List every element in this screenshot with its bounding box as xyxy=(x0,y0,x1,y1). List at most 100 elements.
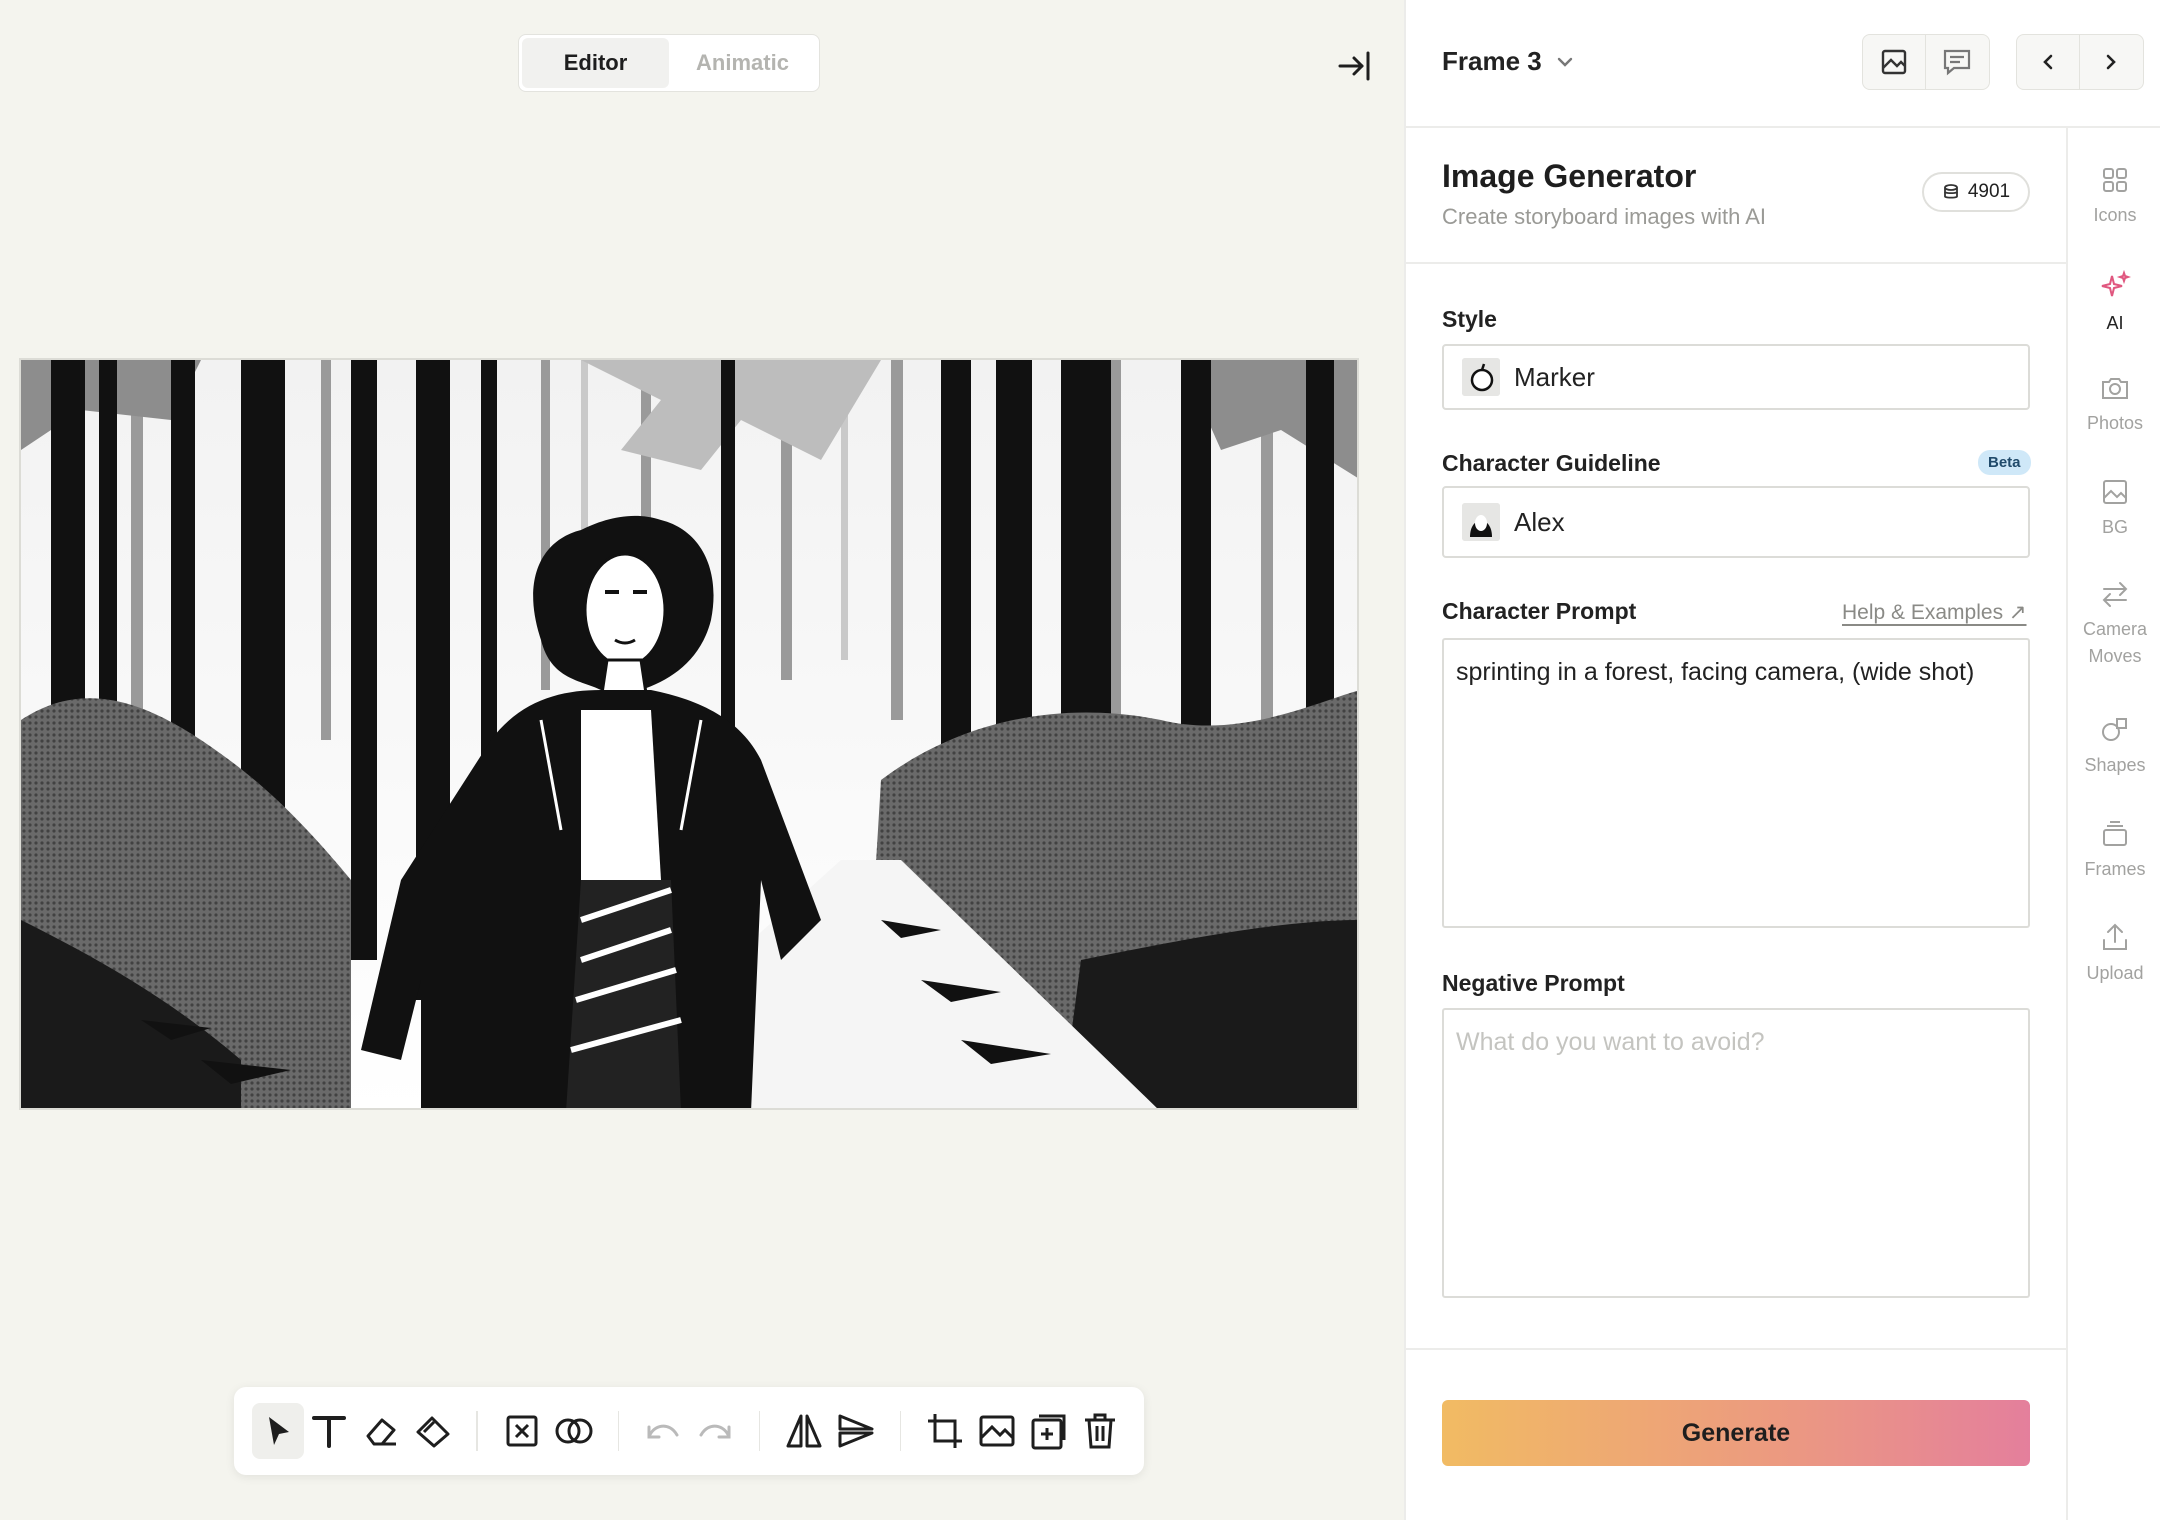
frame-title: Frame 3 xyxy=(1442,46,1542,76)
beta-badge: Beta xyxy=(1978,450,2031,475)
tab-editor[interactable]: Editor xyxy=(522,38,669,88)
rail-label-ai: AI xyxy=(2106,313,2124,333)
chevron-down-icon xyxy=(1557,57,1572,67)
generate-button[interactable]: Generate xyxy=(1442,1400,2030,1466)
generator-footer: Generate xyxy=(1406,1348,2066,1520)
remove-element-icon xyxy=(506,1415,538,1447)
rail-label-bg: BG xyxy=(2101,517,2128,537)
delete-button[interactable] xyxy=(1074,1403,1126,1459)
negative-prompt-input[interactable] xyxy=(1442,1008,2030,1298)
crop-icon xyxy=(928,1414,963,1448)
comment-icon xyxy=(1943,49,1970,76)
chevron-right-icon xyxy=(2106,54,2116,70)
rail-item-icons[interactable]: Icons xyxy=(2068,166,2160,229)
previous-frame-button[interactable] xyxy=(2017,35,2079,89)
toolbar-divider xyxy=(899,1411,902,1451)
character-prompt-label: Character Prompt xyxy=(1442,598,1637,624)
rail-item-frames[interactable]: Frames xyxy=(2068,820,2160,883)
side-rail: Icons AI Photos BG Camera Moves Shapes F… xyxy=(2068,128,2160,1520)
add-frame-icon xyxy=(1031,1414,1066,1450)
comments-button[interactable] xyxy=(1925,35,1987,89)
redo-button[interactable] xyxy=(689,1403,741,1459)
image-generator-panel: Image Generator Create storyboard images… xyxy=(1406,128,2068,1520)
style-label: Style xyxy=(1442,306,1497,332)
text-tool-icon xyxy=(312,1416,347,1448)
rail-label-frames: Frames xyxy=(2084,859,2146,879)
mode-toggle: Editor Animatic xyxy=(518,34,820,92)
rail-item-upload[interactable]: Upload xyxy=(2068,922,2160,987)
camera-icon xyxy=(2102,378,2128,399)
replace-image-icon xyxy=(979,1415,1015,1447)
storyboard-frame-image[interactable] xyxy=(19,358,1359,1110)
collapse-panel-button[interactable] xyxy=(1334,46,1374,86)
rail-item-photos[interactable]: Photos xyxy=(2068,374,2160,437)
frame-selector[interactable]: Frame 3 xyxy=(1442,46,1574,77)
chevron-left-icon xyxy=(2043,54,2053,70)
replace-image-button[interactable] xyxy=(971,1403,1023,1459)
rail-label-camera-moves: Camera Moves xyxy=(2082,619,2148,666)
frame-nav-group xyxy=(2016,34,2144,90)
character-prompt-input[interactable] xyxy=(1442,638,2030,928)
flip-vertical-button[interactable] xyxy=(830,1403,882,1459)
shapes-icon xyxy=(2102,718,2127,741)
remove-element-button[interactable] xyxy=(496,1403,548,1459)
toolbar-divider xyxy=(476,1411,479,1451)
style-select[interactable]: Marker xyxy=(1442,344,2030,410)
rail-item-bg[interactable]: BG xyxy=(2068,478,2160,541)
swap-arrows-icon xyxy=(2102,582,2128,607)
toolbar-divider xyxy=(617,1411,620,1451)
character-value: Alex xyxy=(1514,506,1565,537)
frames-stack-icon xyxy=(2103,821,2127,846)
fill-tool-button[interactable] xyxy=(407,1403,459,1459)
character-guideline-label: Character Guideline xyxy=(1442,450,1661,476)
flip-horizontal-button[interactable] xyxy=(778,1403,830,1459)
rail-label-photos: Photos xyxy=(2086,413,2144,433)
negative-prompt-label: Negative Prompt xyxy=(1442,970,1625,996)
character-select[interactable]: Alex xyxy=(1442,486,2030,558)
canvas-area: Editor Animatic xyxy=(0,0,1404,1520)
image-view-button[interactable] xyxy=(1863,35,1925,89)
image-icon xyxy=(1881,49,1907,75)
toolbar-divider xyxy=(758,1411,761,1451)
flip-vertical-icon xyxy=(838,1414,874,1448)
rail-label-upload: Upload xyxy=(2086,963,2144,983)
help-examples-link[interactable]: Help & Examples ↗ xyxy=(1842,600,2027,625)
background-image-icon xyxy=(2103,480,2127,504)
next-frame-button[interactable] xyxy=(2079,35,2141,89)
grid-icon xyxy=(2103,168,2127,192)
eraser-tool-button[interactable] xyxy=(355,1403,407,1459)
redo-icon xyxy=(699,1424,731,1439)
collapse-panel-icon xyxy=(1338,51,1370,81)
crop-button[interactable] xyxy=(919,1403,971,1459)
credits-badge[interactable]: 4901 xyxy=(1922,172,2030,212)
undo-button[interactable] xyxy=(637,1403,689,1459)
tab-animatic[interactable]: Animatic xyxy=(669,38,816,88)
generator-title: Image Generator xyxy=(1442,158,1697,194)
avatar xyxy=(1462,503,1500,541)
generator-subtitle: Create storyboard images with AI xyxy=(1442,204,1767,229)
rail-label-icons: Icons xyxy=(2093,205,2137,225)
credits-coin-icon xyxy=(1943,184,1958,199)
rail-item-ai[interactable]: AI xyxy=(2068,270,2160,337)
style-value: Marker xyxy=(1514,361,1595,392)
rail-item-shapes[interactable]: Shapes xyxy=(2068,716,2160,779)
add-frame-button[interactable] xyxy=(1023,1403,1075,1459)
panel-header: Frame 3 xyxy=(1406,0,2160,128)
merge-icon xyxy=(555,1418,593,1444)
select-tool-button[interactable] xyxy=(252,1403,304,1459)
right-panel: Frame 3 Image Generator Create storyboar… xyxy=(1404,0,2160,1520)
merge-button[interactable] xyxy=(548,1403,600,1459)
fill-tool-icon xyxy=(416,1416,450,1448)
forest-illustration xyxy=(21,360,1357,1108)
flip-horizontal-icon xyxy=(786,1414,822,1448)
text-tool-button[interactable] xyxy=(304,1403,356,1459)
credits-count: 4901 xyxy=(1967,181,2011,202)
generator-header: Image Generator Create storyboard images… xyxy=(1406,128,2066,264)
style-thumbnail xyxy=(1462,358,1500,396)
select-pointer-icon xyxy=(268,1417,289,1445)
view-toggle-group xyxy=(1862,34,1990,90)
upload-icon xyxy=(2103,923,2127,950)
delete-icon xyxy=(1085,1413,1116,1449)
undo-icon xyxy=(647,1424,679,1439)
rail-item-camera-moves[interactable]: Camera Moves xyxy=(2068,580,2160,670)
